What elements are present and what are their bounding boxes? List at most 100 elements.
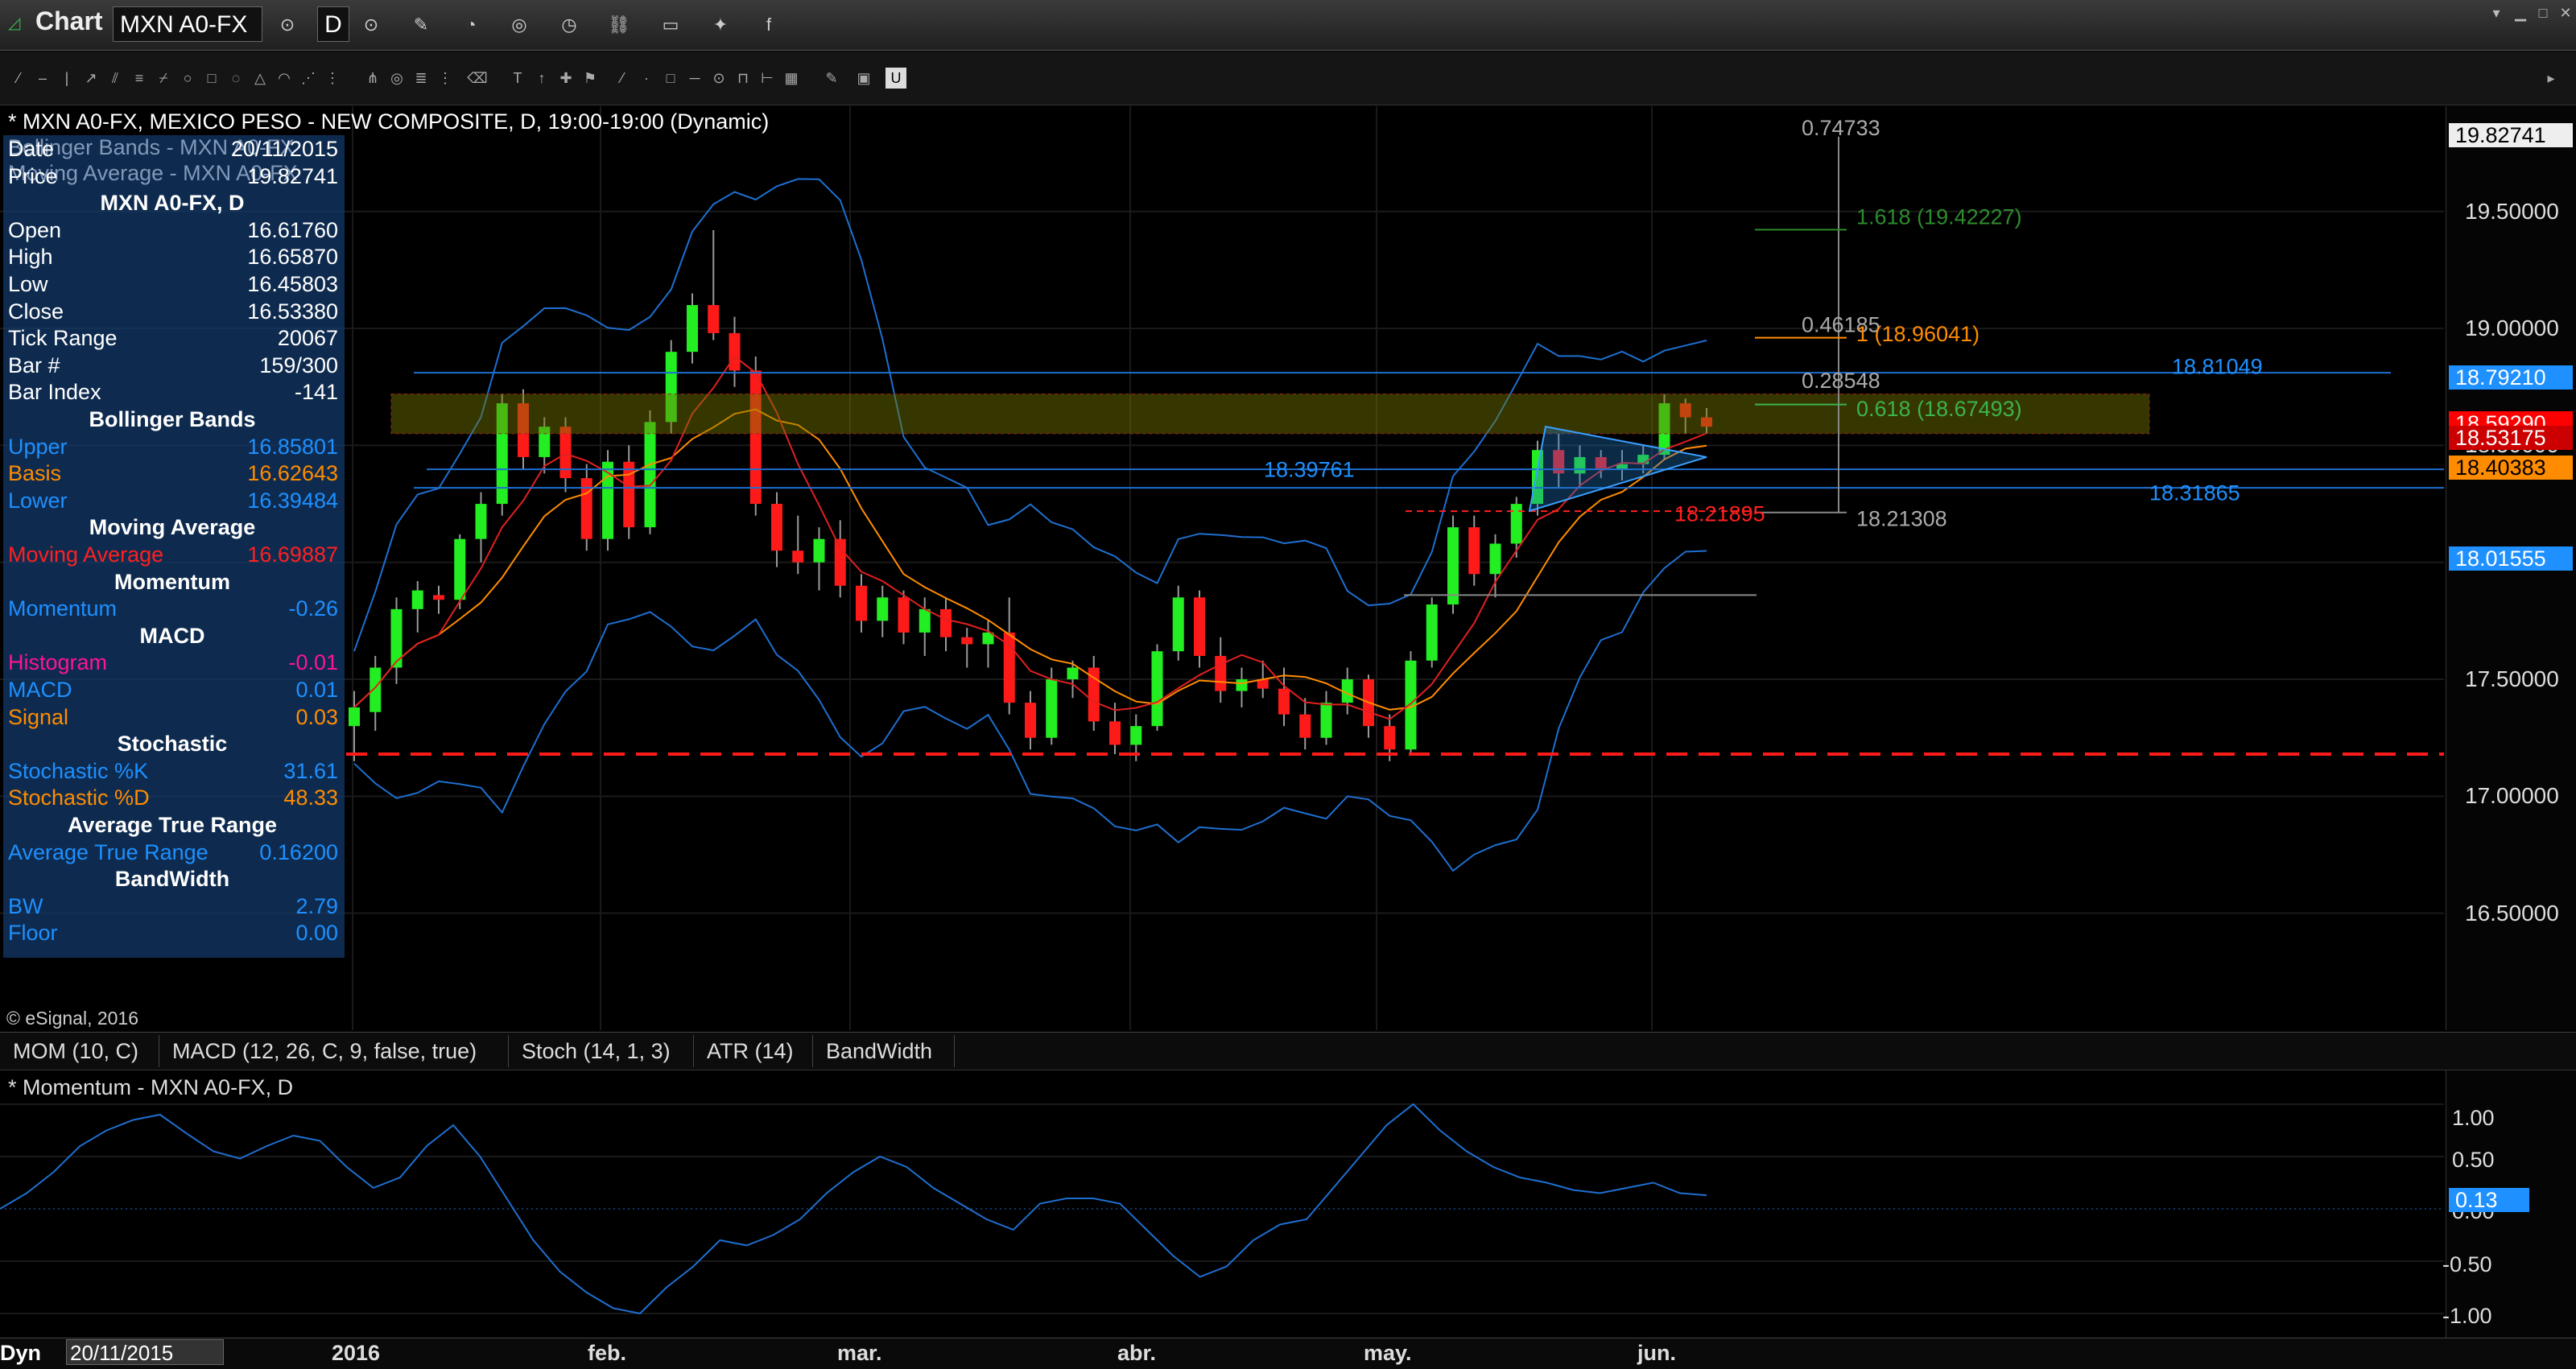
app-title: Chart <box>35 6 103 35</box>
ellipse-tool-icon[interactable]: ○ <box>177 68 198 89</box>
chat-icon[interactable]: ▭ <box>657 11 684 39</box>
clock-icon[interactable]: ◷ <box>555 11 583 39</box>
cursor-icon[interactable]: ◔ <box>457 11 485 39</box>
data-window-value: -141 <box>294 380 338 405</box>
price-axis-tag: 18.79210 <box>2449 365 2573 390</box>
maximize-icon[interactable]: □ <box>2531 5 2555 23</box>
annotation-label: 1 (18.96041) <box>1856 322 1979 346</box>
data-window-section-header: Bollinger Bands <box>89 407 256 431</box>
interval-input[interactable]: D <box>317 6 349 42</box>
data-window-row: Moving Average 16.69887 <box>3 541 341 568</box>
tab-mom[interactable]: MOM (10, C) <box>5 1035 159 1067</box>
twitter-icon[interactable]: ✦ <box>707 11 734 39</box>
data-window-value: 20/11/2015 <box>230 137 338 161</box>
data-window-value: 0.00 <box>295 921 338 946</box>
eraser-tool-icon[interactable]: ⌫ <box>467 68 488 89</box>
magnet-tool-icon[interactable]: ⊓ <box>733 68 753 89</box>
pitchfork-tool-icon[interactable]: ⋔ <box>362 68 383 89</box>
facebook-icon[interactable]: f <box>755 11 782 39</box>
line-style-icon[interactable]: ⁄ <box>612 68 633 89</box>
symbol-tool-icon[interactable]: ✚ <box>555 68 576 89</box>
tab-bandwidth[interactable]: BandWidth <box>818 1035 955 1067</box>
mom-tick-05: 0.50 <box>2452 1148 2495 1172</box>
cycle-tool-icon[interactable]: ⋮ <box>322 68 343 89</box>
ray-tool-icon[interactable]: ↗ <box>80 68 101 89</box>
pencil-tool-icon[interactable]: ✎ <box>821 68 842 89</box>
data-window-value: 16.53380 <box>247 299 338 324</box>
line-color-icon[interactable]: ∙ <box>636 68 657 89</box>
annotation-label: 18.31865 <box>2149 481 2240 505</box>
tab-stoch[interactable]: Stoch (14, 1, 3) <box>514 1035 694 1067</box>
data-window-row: Bar Index -141 <box>3 378 341 406</box>
data-window-row: Basis 16.62643 <box>3 460 341 487</box>
fill-tool-icon[interactable]: □ <box>660 68 681 89</box>
snap-tool-icon[interactable]: ⊙ <box>708 68 729 89</box>
link-chain-icon[interactable]: ⛓ <box>605 11 633 39</box>
gann-tool-icon[interactable]: ⌿ <box>153 68 174 89</box>
triangle-tool-icon[interactable]: △ <box>250 68 270 89</box>
data-window-row: Upper 16.85801 <box>3 433 341 460</box>
data-window-label: Signal <box>8 704 69 729</box>
draw-mode-icon[interactable]: ✎ <box>407 11 435 39</box>
chart-app-icon: ◿ <box>8 14 21 32</box>
data-window-label: Price <box>8 163 58 188</box>
grid-tool-icon[interactable]: ▦ <box>781 68 802 89</box>
data-window-value: 19.82741 <box>247 163 338 188</box>
fib-tool-icon[interactable]: ≡ <box>129 68 150 89</box>
close-icon[interactable]: ✕ <box>2553 5 2576 23</box>
candle-body <box>961 637 973 645</box>
candle-body <box>919 608 931 633</box>
minimize-icon[interactable]: ▁ <box>2508 5 2533 23</box>
candle-body <box>349 707 360 727</box>
mom-tick-m1: -1.00 <box>2442 1304 2492 1328</box>
tab-atr[interactable]: ATR (14) <box>699 1035 813 1067</box>
channel-tool-icon[interactable]: ⫽ <box>105 68 126 89</box>
arrow-tool-icon[interactable]: ↑ <box>531 68 552 89</box>
data-window-label: Basis <box>8 461 62 486</box>
data-window-row: Floor 0.00 <box>3 919 341 946</box>
target-icon[interactable]: ◎ <box>506 11 533 39</box>
data-window-value: 0.01 <box>295 678 338 702</box>
toolbar-scroll-icon[interactable]: ▸ <box>2541 68 2562 89</box>
tab-macd[interactable]: MACD (12, 26, C, 9, false, true) <box>164 1035 509 1067</box>
date-field[interactable]: 20/11/2015 <box>66 1339 224 1365</box>
window-menu-icon[interactable]: ▾ <box>2484 5 2508 23</box>
candle-body <box>1046 679 1058 738</box>
trendline-tool-icon[interactable]: ⁄ <box>8 68 29 89</box>
circle-tool-icon[interactable]: ◌ <box>225 68 246 89</box>
interval-link-icon[interactable]: ⊙ <box>357 11 385 39</box>
measure-tool-icon[interactable]: ⊢ <box>757 68 778 89</box>
data-window-value: 0.16200 <box>259 839 338 864</box>
line-width-icon[interactable]: ─ <box>684 68 705 89</box>
text-tool-icon[interactable]: T <box>507 68 528 89</box>
data-window-label: Open <box>8 217 62 242</box>
annotation-label: 18.39761 <box>1264 457 1355 481</box>
regression-tool-icon[interactable]: ≣ <box>411 68 431 89</box>
data-window-row: Low 16.45803 <box>3 270 341 298</box>
data-window-label: Lower <box>8 488 68 513</box>
candle-body <box>1194 597 1205 656</box>
horizontal-line-tool-icon[interactable]: – <box>32 68 53 89</box>
momentum-chart[interactable] <box>0 1070 2444 1338</box>
lock-tool-icon[interactable]: ▣ <box>853 68 874 89</box>
fib-fan-tool-icon[interactable]: ⋰ <box>298 68 319 89</box>
fib-time-tool-icon[interactable]: ⋮ <box>435 68 456 89</box>
price-chart[interactable]: 0.747331.618 (19.42227)0.461851 (18.9604… <box>0 106 2444 1030</box>
symbol-input[interactable]: MXN A0-FX <box>113 6 262 42</box>
fib-circle-tool-icon[interactable]: ◎ <box>386 68 407 89</box>
flag-tool-icon[interactable]: ⚑ <box>580 68 601 89</box>
rectangle-tool-icon[interactable]: □ <box>201 68 222 89</box>
data-window-row: Bar # 159/300 <box>3 352 341 379</box>
vertical-line-tool-icon[interactable]: | <box>56 68 77 89</box>
esignal-watermark: © eSignal, 2016 <box>6 1008 139 1029</box>
arc-tool-icon[interactable]: ◠ <box>274 68 295 89</box>
dynamic-mode-label[interactable]: Dyn <box>0 1341 41 1366</box>
data-window-label: Bar # <box>8 353 60 377</box>
data-window-section-header: Moving Average <box>89 515 256 540</box>
link-icon[interactable]: ⊙ <box>274 11 301 39</box>
candle-body <box>1468 527 1480 575</box>
candle-body <box>771 504 782 551</box>
date-axis[interactable] <box>0 1338 2576 1369</box>
data-window-value: -0.01 <box>288 650 338 675</box>
undo-tool-icon[interactable]: U <box>886 68 906 89</box>
